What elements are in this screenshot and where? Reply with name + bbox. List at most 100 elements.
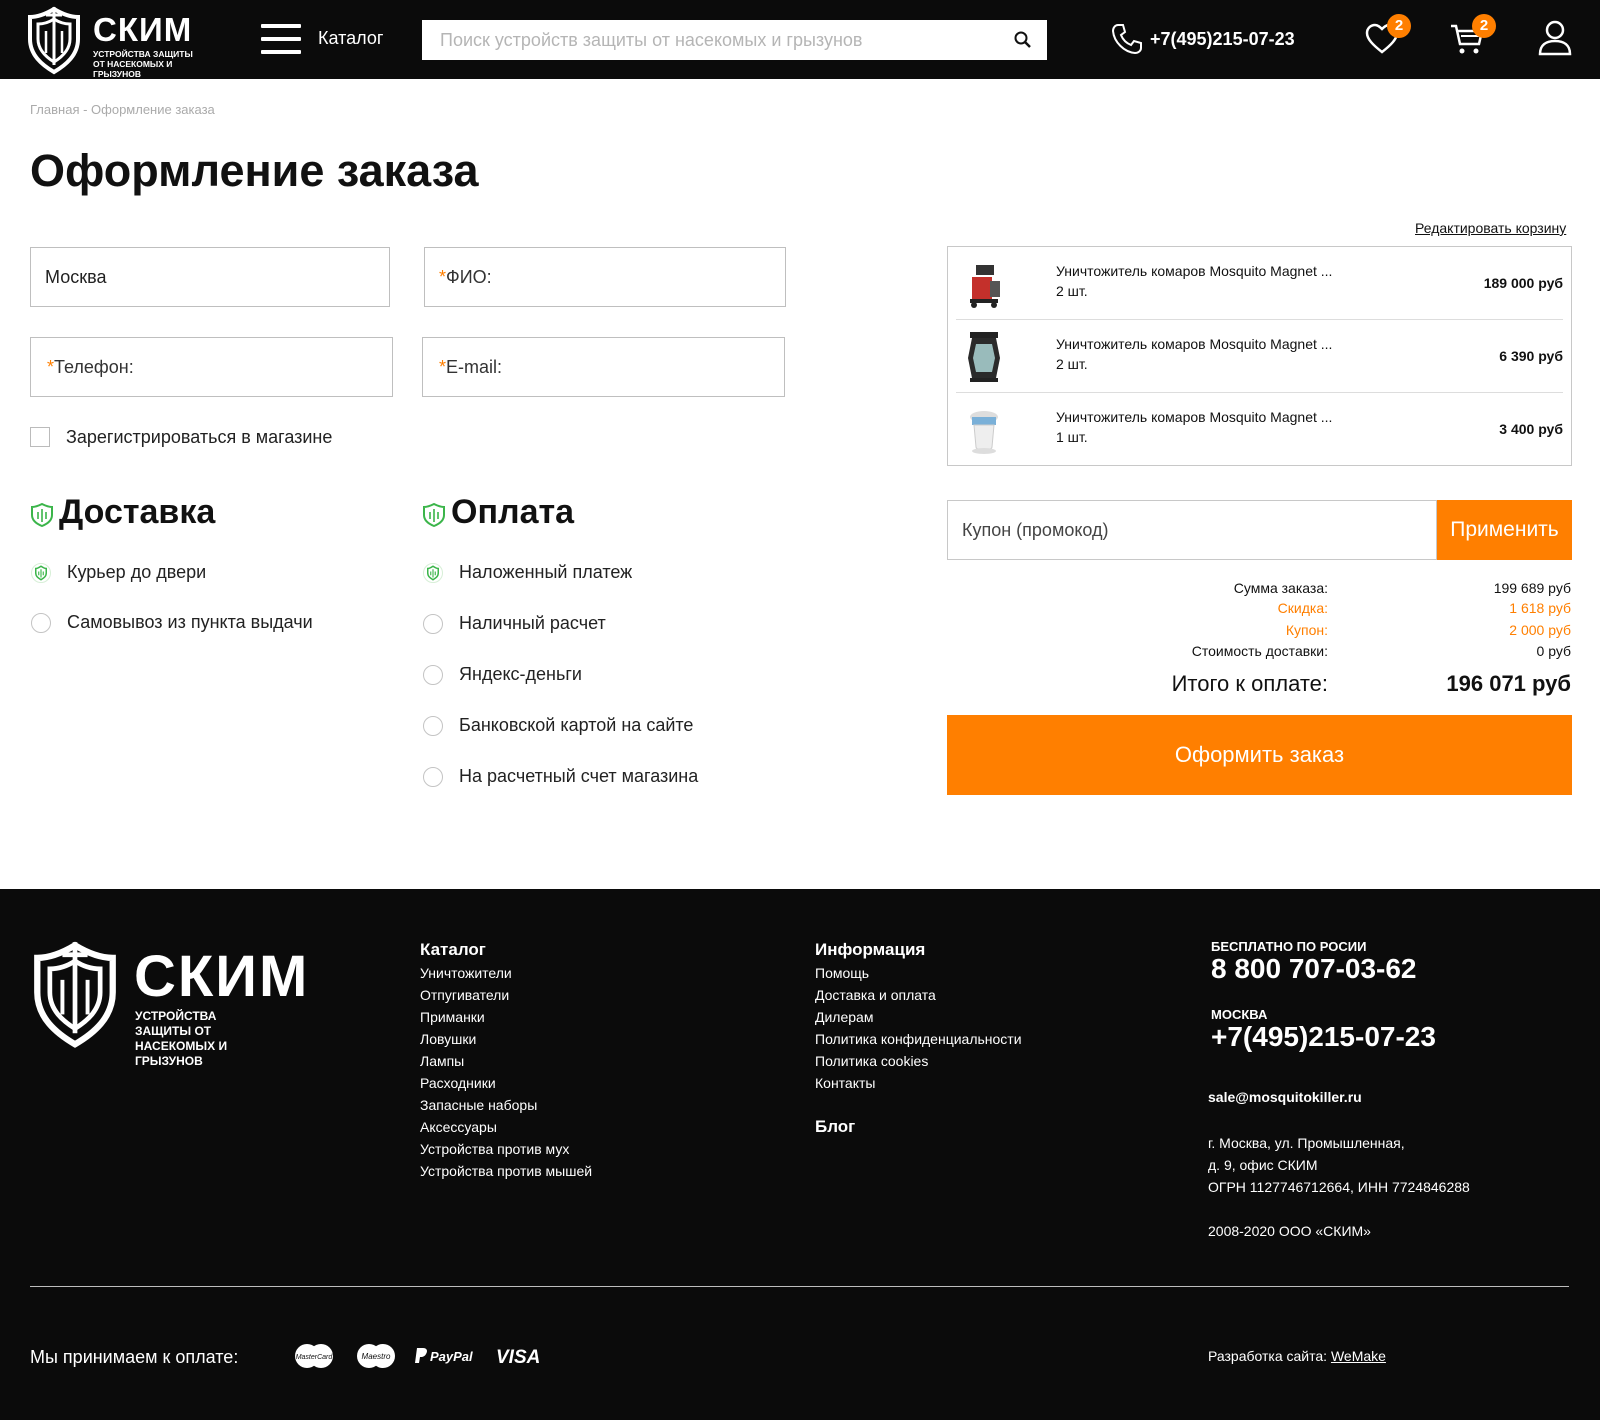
radio-button[interactable] — [31, 613, 51, 633]
payment-methods-label: Мы принимаем к оплате: — [30, 1347, 239, 1367]
shield-green-icon — [31, 503, 53, 527]
cart-item-row[interactable]: Уничтожитель комаров Mosquito Magnet ...… — [956, 247, 1563, 320]
payment-title: Оплата — [451, 493, 575, 531]
footer-logo[interactable]: СКИМ УСТРОЙСТВА ЗАЩИТЫ ОТ НАСЕКОМЫХ И ГР… — [34, 939, 307, 1068]
footer-divider — [30, 1286, 1569, 1287]
radio-option-label[interactable]: Наложенный платеж — [459, 562, 632, 583]
submit-order-button[interactable]: Оформить заказ — [947, 715, 1572, 795]
coupon-field — [947, 500, 1437, 560]
product-thumbnail-icon — [970, 411, 998, 454]
developer-credit: Разработка сайта: WeMake — [1208, 1348, 1386, 1364]
fio-field[interactable]: *ФИО: — [424, 247, 786, 307]
search-icon[interactable] — [1013, 30, 1033, 50]
header-logo[interactable]: СКИМ УСТРОЙСТВА ЗАЩИТЫ ОТ НАСЕКОМЫХ И ГР… — [28, 5, 193, 79]
footer-catalog-link[interactable]: Устройства против мух — [420, 1141, 569, 1157]
radio-button[interactable] — [423, 614, 443, 634]
user-account-icon[interactable] — [1538, 20, 1572, 56]
footer-info-link[interactable]: Доставка и оплата — [815, 987, 936, 1003]
radio-option-label[interactable]: Самовывоз из пункта выдачи — [67, 612, 313, 633]
moscow-phone-link[interactable]: +7(495)215-07-23 — [1211, 1021, 1436, 1053]
free-phone-link[interactable]: 8 800 707-03-62 — [1211, 953, 1417, 985]
site-footer: СКИМ УСТРОЙСТВА ЗАЩИТЫ ОТ НАСЕКОМЫХ И ГР… — [0, 889, 1600, 1420]
search-input[interactable] — [422, 20, 982, 60]
site-header: СКИМ УСТРОЙСТВА ЗАЩИТЫ ОТ НАСЕКОМЫХ И ГР… — [0, 0, 1600, 79]
apply-coupon-button[interactable]: Применить — [1437, 500, 1572, 560]
footer-blog-link[interactable]: Блог — [815, 1117, 855, 1137]
register-checkbox[interactable] — [30, 427, 50, 447]
radio-button[interactable] — [423, 563, 443, 583]
discount-value: 1 618 руб — [1509, 600, 1571, 616]
footer-catalog-link[interactable]: Ловушки — [420, 1031, 476, 1047]
radio-button[interactable] — [423, 716, 443, 736]
breadcrumb[interactable]: Главная - Оформление заказа — [30, 102, 215, 117]
footer-email-link[interactable]: sale@mosquitokiller.ru — [1208, 1089, 1362, 1105]
radio-option-label[interactable]: На расчетный счет магазина — [459, 766, 698, 787]
footer-catalog-link[interactable]: Приманки — [420, 1009, 485, 1025]
required-mark: * — [439, 267, 447, 287]
register-label[interactable]: Зарегистрироваться в магазине — [66, 427, 332, 448]
city-input[interactable] — [31, 248, 389, 306]
discount-label: Скидка: — [1277, 600, 1328, 616]
footer-catalog-link[interactable]: Расходники — [420, 1075, 496, 1091]
footer-catalog-link[interactable]: Отпугиватели — [420, 987, 509, 1003]
email-field[interactable]: *E-mail: — [422, 337, 785, 397]
footer-catalog-link[interactable]: Уничтожители — [420, 965, 512, 981]
required-mark: * — [439, 357, 447, 377]
radio-button[interactable] — [31, 563, 51, 583]
cart-item-qty: 2 шт. — [1056, 283, 1088, 299]
menu-burger-icon[interactable] — [261, 24, 301, 56]
cart-item-row[interactable]: Уничтожитель комаров Mosquito Magnet ...… — [956, 393, 1563, 466]
radio-option-label[interactable]: Яндекс-деньги — [459, 664, 582, 685]
footer-catalog-link[interactable]: Устройства против мышей — [420, 1163, 592, 1179]
visa-icon: VISA — [496, 1347, 540, 1368]
cart-items-box: Уничтожитель комаров Mosquito Magnet ...… — [947, 246, 1572, 466]
cart-item-name: Уничтожитель комаров Mosquito Magnet ... — [1056, 409, 1333, 425]
footer-info-title[interactable]: Информация — [815, 940, 925, 960]
radio-button[interactable] — [423, 665, 443, 685]
city-field — [30, 247, 390, 307]
required-mark: * — [47, 357, 55, 377]
footer-info-link[interactable]: Контакты — [815, 1075, 875, 1091]
shield-check-icon — [427, 565, 439, 581]
footer-info-link[interactable]: Политика cookies — [815, 1053, 928, 1069]
footer-address-line-1: г. Москва, ул. Промышленная, — [1208, 1135, 1405, 1151]
footer-catalog-link[interactable]: Аксессуары — [420, 1119, 497, 1135]
fio-label: ФИО: — [446, 267, 492, 287]
footer-info-link[interactable]: Дилерам — [815, 1009, 873, 1025]
total-label: Итого к оплате: — [1171, 671, 1328, 696]
mastercard-text: MasterCard — [296, 1354, 334, 1361]
cart-item-price: 189 000 руб — [1483, 275, 1563, 291]
footer-info-link[interactable]: Политика конфиденциальности — [815, 1031, 1022, 1047]
developer-link[interactable]: WeMake — [1331, 1348, 1386, 1364]
paypal-text: PayPal — [430, 1349, 473, 1364]
phone-field[interactable]: *Телефон: — [30, 337, 393, 397]
cart-item-price: 3 400 руб — [1499, 421, 1563, 437]
footer-catalog-link[interactable]: Запасные наборы — [420, 1097, 537, 1113]
total-value: 196 071 руб — [1446, 671, 1571, 696]
favorites-count-badge: 2 — [1387, 14, 1411, 38]
footer-logo-title: СКИМ — [134, 944, 310, 1009]
footer-logo-subtitle: УСТРОЙСТВА ЗАЩИТЫ ОТ НАСЕКОМЫХ И ГРЫЗУНО… — [135, 1009, 228, 1068]
coupon-discount-label: Купон: — [1285, 622, 1328, 638]
footer-catalog-title[interactable]: Каталог — [420, 940, 486, 960]
shield-logo-icon — [34, 941, 116, 1048]
coupon-input[interactable] — [948, 501, 1436, 559]
order-sum-label: Сумма заказа: — [1233, 580, 1328, 596]
footer-catalog-link[interactable]: Лампы — [420, 1053, 464, 1069]
radio-button[interactable] — [423, 767, 443, 787]
footer-address-line-2: д. 9, офис СКИМ — [1208, 1157, 1318, 1173]
radio-option-label[interactable]: Банковской картой на сайте — [459, 715, 693, 736]
cart-item-row[interactable]: Уничтожитель комаров Mosquito Magnet ...… — [956, 320, 1563, 393]
catalog-menu-link[interactable]: Каталог — [318, 28, 383, 49]
shield-check-icon — [35, 565, 47, 581]
header-phone-link[interactable]: +7(495)215-07-23 — [1150, 29, 1295, 50]
footer-copyright: 2008-2020 ООО «СКИМ» — [1208, 1223, 1371, 1239]
product-thumbnail-icon — [968, 332, 1000, 382]
footer-info-link[interactable]: Помощь — [815, 965, 869, 981]
page-title: Оформление заказа — [30, 145, 479, 196]
edit-cart-link[interactable]: Редактировать корзину — [1415, 220, 1566, 236]
radio-option-label[interactable]: Наличный расчет — [459, 613, 606, 634]
cart-item-qty: 2 шт. — [1056, 356, 1088, 372]
maestro-icon: Maestro — [357, 1344, 395, 1368]
radio-option-label[interactable]: Курьер до двери — [67, 562, 206, 583]
